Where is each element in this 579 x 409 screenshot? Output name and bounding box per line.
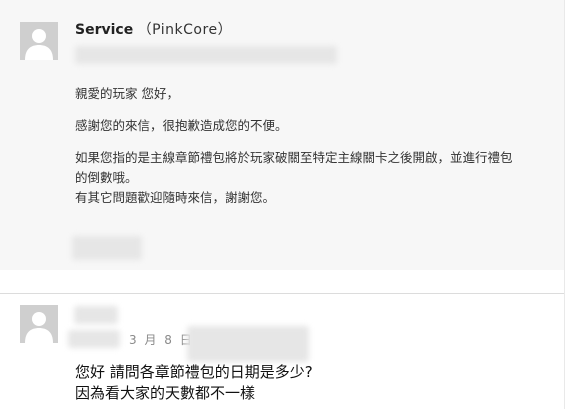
user-avatar-icon[interactable] — [20, 305, 58, 343]
scrollbar[interactable] — [564, 0, 579, 409]
explanation-line-continued: 的倒數哦。 — [75, 170, 138, 185]
sender-avatar-icon[interactable] — [20, 22, 58, 60]
message-divider — [0, 293, 565, 294]
apology-line: 感謝您的來信，很抱歉造成您的不便。 — [75, 118, 288, 133]
redacted-username — [74, 306, 118, 324]
message-date: 3 月 8 日 — [129, 333, 194, 347]
sender-name[interactable]: Service — [75, 22, 133, 38]
redacted-user-info — [68, 330, 120, 348]
closing-line: 有其它問題歡迎隨時來信，謝謝您。 — [75, 190, 276, 205]
sender-org: （PinkCore） — [137, 22, 233, 38]
reply-message-body: 親愛的玩家 您好， 感謝您的來信，很抱歉造成您的不便。 如果您指的是主線章節禮包… — [75, 84, 565, 208]
redacted-header-info — [75, 46, 337, 64]
redacted-timestamp — [187, 326, 309, 362]
question-message-body: 您好 請問各章節禮包的日期是多少? 因為看大家的天數都不一樣 — [75, 362, 313, 404]
greeting-line: 親愛的玩家 您好， — [75, 86, 179, 101]
sender-line: Service （PinkCore） — [75, 20, 232, 40]
question-line: 您好 請問各章節禮包的日期是多少? — [75, 363, 313, 381]
question-line-2: 因為看大家的天數都不一樣 — [75, 384, 256, 402]
explanation-line: 如果您指的是主線章節禮包將於玩家破關至特定主線關卡之後開啟，並進行禮包 — [75, 150, 513, 165]
redacted-signature — [72, 236, 142, 260]
